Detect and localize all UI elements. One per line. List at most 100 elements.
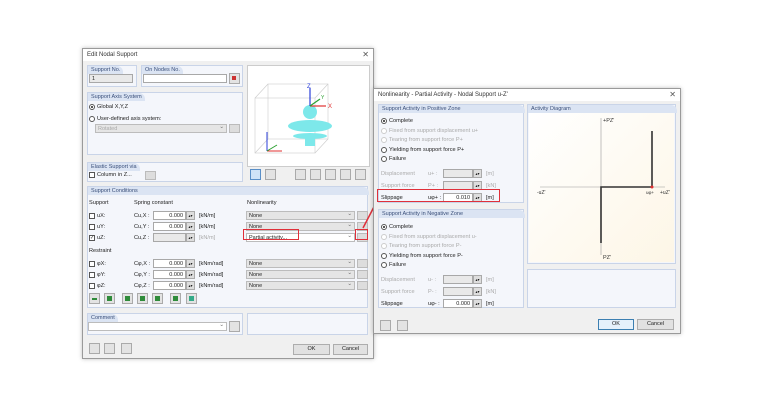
spring-phiz-input[interactable]: 0.000 xyxy=(153,281,186,290)
positive-displacement-label: Displacement xyxy=(381,171,415,177)
negative-slippage-spinner[interactable]: ▴▾ xyxy=(473,299,482,308)
cancel-button[interactable]: Cancel xyxy=(637,319,674,330)
comment-library-button[interactable] xyxy=(229,321,240,332)
comment-input[interactable] xyxy=(88,322,227,331)
axis-system-select[interactable]: Rotated xyxy=(95,124,227,133)
nonlinearity-phix-settings-button[interactable] xyxy=(357,259,368,268)
cancel-button[interactable]: Cancel xyxy=(333,344,368,355)
negative-option-label: Tearing from support force P- xyxy=(389,243,462,250)
negative-force-input[interactable] xyxy=(443,287,473,296)
activity-curve xyxy=(600,131,653,243)
edit-button[interactable] xyxy=(104,343,115,354)
fixed-roller-button[interactable] xyxy=(152,293,163,304)
support-ux-label: uX: xyxy=(97,213,106,219)
zoom-all-button[interactable] xyxy=(355,169,366,180)
units-button[interactable] xyxy=(121,343,132,354)
nonlinearity-phiy-settings-button[interactable] xyxy=(357,270,368,279)
spring-phix-spinner[interactable]: ▴▾ xyxy=(186,259,195,268)
spring-phiz-unit: [kNm/rad] xyxy=(199,283,224,289)
ok-button[interactable]: OK xyxy=(598,319,634,330)
support-uy-label: uY: xyxy=(97,224,106,230)
negative-option-radio[interactable] xyxy=(381,233,387,240)
positive-option-radio[interactable] xyxy=(381,118,387,124)
positive-option-radio[interactable] xyxy=(381,127,387,134)
support-ux-checkbox[interactable] xyxy=(89,213,95,219)
help-button[interactable] xyxy=(89,343,100,354)
negative-slippage-unit: [m] xyxy=(486,301,494,307)
hinged-support-button[interactable] xyxy=(104,293,115,304)
support-preview-image: Z X Y xyxy=(254,83,332,154)
axis-x-label: X xyxy=(328,104,332,110)
fixed-support-button[interactable] xyxy=(137,293,148,304)
spring-phiz-spinner[interactable]: ▴▾ xyxy=(186,281,195,290)
negative-displacement-spinner[interactable]: ▴▾ xyxy=(473,275,482,284)
spring-uy-symbol: Cu,Y : xyxy=(134,224,150,230)
positive-displacement-input[interactable] xyxy=(443,169,473,178)
global-xyz-radio[interactable] xyxy=(89,104,95,110)
spring-phix-input[interactable]: 0.000 xyxy=(153,259,186,268)
spring-uy-spinner[interactable]: ▴▾ xyxy=(186,222,195,231)
negative-displacement-input[interactable] xyxy=(443,275,473,284)
support-phix-checkbox[interactable] xyxy=(89,261,95,267)
negative-force-spinner[interactable]: ▴▾ xyxy=(473,287,482,296)
units-button[interactable] xyxy=(397,320,408,331)
ok-button[interactable]: OK xyxy=(293,344,330,355)
support-phiy-label: φY: xyxy=(97,272,106,278)
negative-displacement-symbol: u- : xyxy=(428,277,437,283)
sliding-support-button[interactable] xyxy=(170,293,181,304)
spring-uz-input[interactable] xyxy=(153,233,186,242)
user-defined-axis-radio[interactable] xyxy=(89,116,95,122)
support-uz-checkbox[interactable]: ✓ xyxy=(89,235,95,241)
support-uy-checkbox[interactable] xyxy=(89,224,95,230)
column-settings-button[interactable] xyxy=(145,171,156,180)
nonlinearity-phiy-select[interactable]: None xyxy=(246,270,355,279)
negative-slippage-label: Slippage xyxy=(381,301,403,307)
group-header: Support Activity in Negative Zone xyxy=(379,210,525,218)
spring-phiy-input[interactable]: 0.000 xyxy=(153,270,186,279)
view-toggle-button[interactable] xyxy=(250,169,261,180)
spring-phix-symbol: Cφ,X : xyxy=(134,261,151,267)
spring-ux-input[interactable]: 0.000 xyxy=(153,211,186,220)
spring-uz-unit: [kN/m] xyxy=(199,235,216,241)
positive-displacement-symbol: u+ : xyxy=(428,171,438,177)
free-all-button[interactable] xyxy=(186,293,197,304)
nonlinearity-phiz-select[interactable]: None xyxy=(246,281,355,290)
nonlinearity-phix-select[interactable]: None xyxy=(246,259,355,268)
edit-axis-system-button[interactable] xyxy=(229,124,240,133)
negative-slippage-input[interactable]: 0.000 xyxy=(443,299,473,308)
close-icon[interactable]: ✕ xyxy=(669,90,676,99)
spring-ux-spinner[interactable]: ▴▾ xyxy=(186,211,195,220)
help-button[interactable] xyxy=(380,320,391,331)
dialog-title: Nonlinearity - Partial Activity - Nodal … xyxy=(378,92,508,98)
negative-option-radio[interactable] xyxy=(381,224,387,230)
free-support-button[interactable] xyxy=(89,293,100,304)
support-phiz-checkbox[interactable] xyxy=(89,283,95,289)
hinged-roller-button[interactable] xyxy=(122,293,133,304)
spring-uz-symbol: Cu,Z : xyxy=(134,235,150,241)
spring-uz-spinner[interactable]: ▴▾ xyxy=(186,233,195,242)
spring-phix-unit: [kNm/rad] xyxy=(199,261,224,267)
view-y-button[interactable] xyxy=(310,169,321,180)
close-icon[interactable]: ✕ xyxy=(362,50,369,59)
support-no-input[interactable]: 1 xyxy=(89,74,133,83)
positive-displacement-spinner[interactable]: ▴▾ xyxy=(473,169,482,178)
column-in-z-checkbox[interactable] xyxy=(89,172,95,178)
column-in-z-label: Column in Z... xyxy=(97,172,132,178)
on-nodes-input[interactable] xyxy=(143,74,227,83)
negative-option-label: Complete xyxy=(389,224,413,230)
positive-option-radio[interactable] xyxy=(381,146,387,153)
render-toggle-button[interactable] xyxy=(265,169,276,180)
nonlinearity-ux-select[interactable]: None xyxy=(246,211,355,220)
support-phiy-checkbox[interactable] xyxy=(89,272,95,278)
nonlinearity-phiz-settings-button[interactable] xyxy=(357,281,368,290)
pick-nodes-button[interactable] xyxy=(229,73,240,84)
negative-option-radio[interactable] xyxy=(381,252,387,259)
negative-option-label: Fixed from support displacement u- xyxy=(389,233,477,240)
iso-view-button[interactable] xyxy=(340,169,351,180)
negative-displacement-label: Displacement xyxy=(381,277,415,283)
view-z-button[interactable] xyxy=(325,169,336,180)
view-x-button[interactable] xyxy=(295,169,306,180)
negative-displacement-unit: [m] xyxy=(486,277,494,283)
spring-phiy-spinner[interactable]: ▴▾ xyxy=(186,270,195,279)
spring-uy-input[interactable]: 0.000 xyxy=(153,222,186,231)
